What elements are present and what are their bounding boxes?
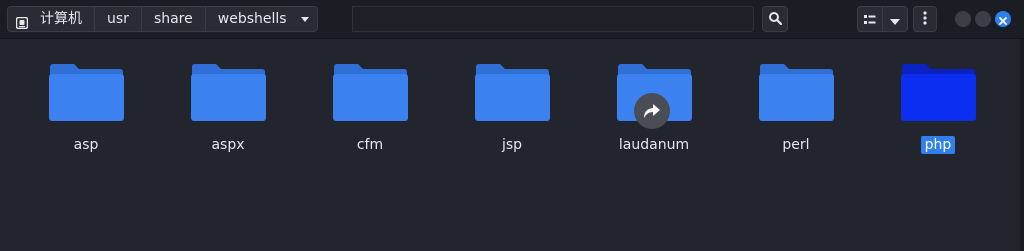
folder-item-cfm[interactable]: cfm: [310, 39, 430, 169]
maximize-button[interactable]: [975, 11, 991, 27]
header-bar: 计算机 usr share webshells: [0, 0, 1024, 39]
file-manager-window: 计算机 usr share webshells asp aspx cfm jsp…: [0, 0, 1024, 251]
breadcrumb-item-computer[interactable]: 计算机: [7, 6, 95, 32]
view-toggle-group: [857, 6, 908, 32]
path-input[interactable]: [352, 6, 754, 32]
list-view-icon: [864, 10, 876, 29]
folder-name: laudanum: [618, 137, 690, 153]
chevron-down-icon[interactable]: [300, 16, 309, 22]
breadcrumb-item-webshells[interactable]: webshells: [204, 6, 318, 32]
menu-button[interactable]: [913, 6, 937, 32]
folder-icon: [901, 64, 976, 121]
folder-item-perl[interactable]: perl: [736, 39, 856, 169]
folder-item-jsp[interactable]: jsp: [452, 39, 572, 169]
breadcrumb-label: 计算机: [40, 11, 82, 27]
breadcrumb-label: webshells: [217, 11, 287, 27]
minimize-button[interactable]: [955, 11, 971, 27]
folder-name: perl: [782, 137, 810, 153]
folder-name: jsp: [501, 137, 523, 153]
scrollbar-track[interactable]: [1020, 39, 1024, 251]
file-grid: asp aspx cfm jsp laudanum perl php: [0, 39, 1020, 251]
close-button[interactable]: [995, 11, 1011, 27]
breadcrumb-item-share[interactable]: share: [140, 6, 206, 32]
breadcrumb-label: share: [153, 11, 193, 27]
folder-name: asp: [73, 137, 99, 153]
drive-icon: [15, 13, 29, 30]
folder-item-laudanum[interactable]: laudanum: [594, 39, 714, 169]
search-icon: [768, 10, 783, 29]
folder-icon: [191, 64, 266, 121]
kebab-menu-icon: [923, 10, 927, 29]
symlink-arrow-icon: [634, 93, 670, 129]
folder-name: aspx: [211, 137, 245, 153]
folder-name: php: [878, 136, 998, 154]
breadcrumb-item-usr[interactable]: usr: [94, 6, 142, 32]
folder-icon: [759, 64, 834, 121]
folder-icon: [49, 64, 124, 121]
folder-icon: [333, 64, 408, 121]
breadcrumb-label: usr: [107, 11, 129, 27]
search-button[interactable]: [762, 6, 788, 32]
folder-item-php[interactable]: php: [878, 39, 998, 169]
breadcrumb: 计算机 usr share webshells: [7, 6, 318, 32]
chevron-down-icon: [890, 10, 900, 29]
list-view-button[interactable]: [857, 6, 883, 32]
folder-item-aspx[interactable]: aspx: [168, 39, 288, 169]
folder-icon: [475, 64, 550, 121]
view-options-button[interactable]: [882, 6, 908, 32]
close-icon: [999, 10, 1007, 29]
folder-name: cfm: [356, 137, 384, 153]
folder-item-asp[interactable]: asp: [26, 39, 146, 169]
